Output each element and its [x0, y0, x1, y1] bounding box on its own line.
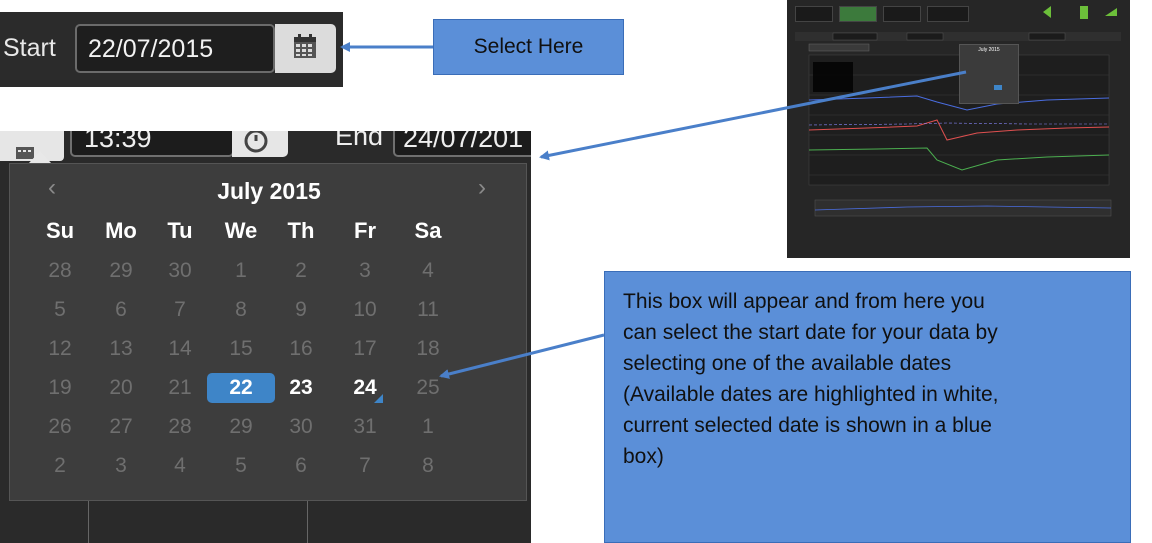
annotation-arrows: [340, 42, 967, 379]
arrow-to-calendar-popup: [539, 70, 967, 161]
arrow-to-day-24: [439, 333, 605, 379]
